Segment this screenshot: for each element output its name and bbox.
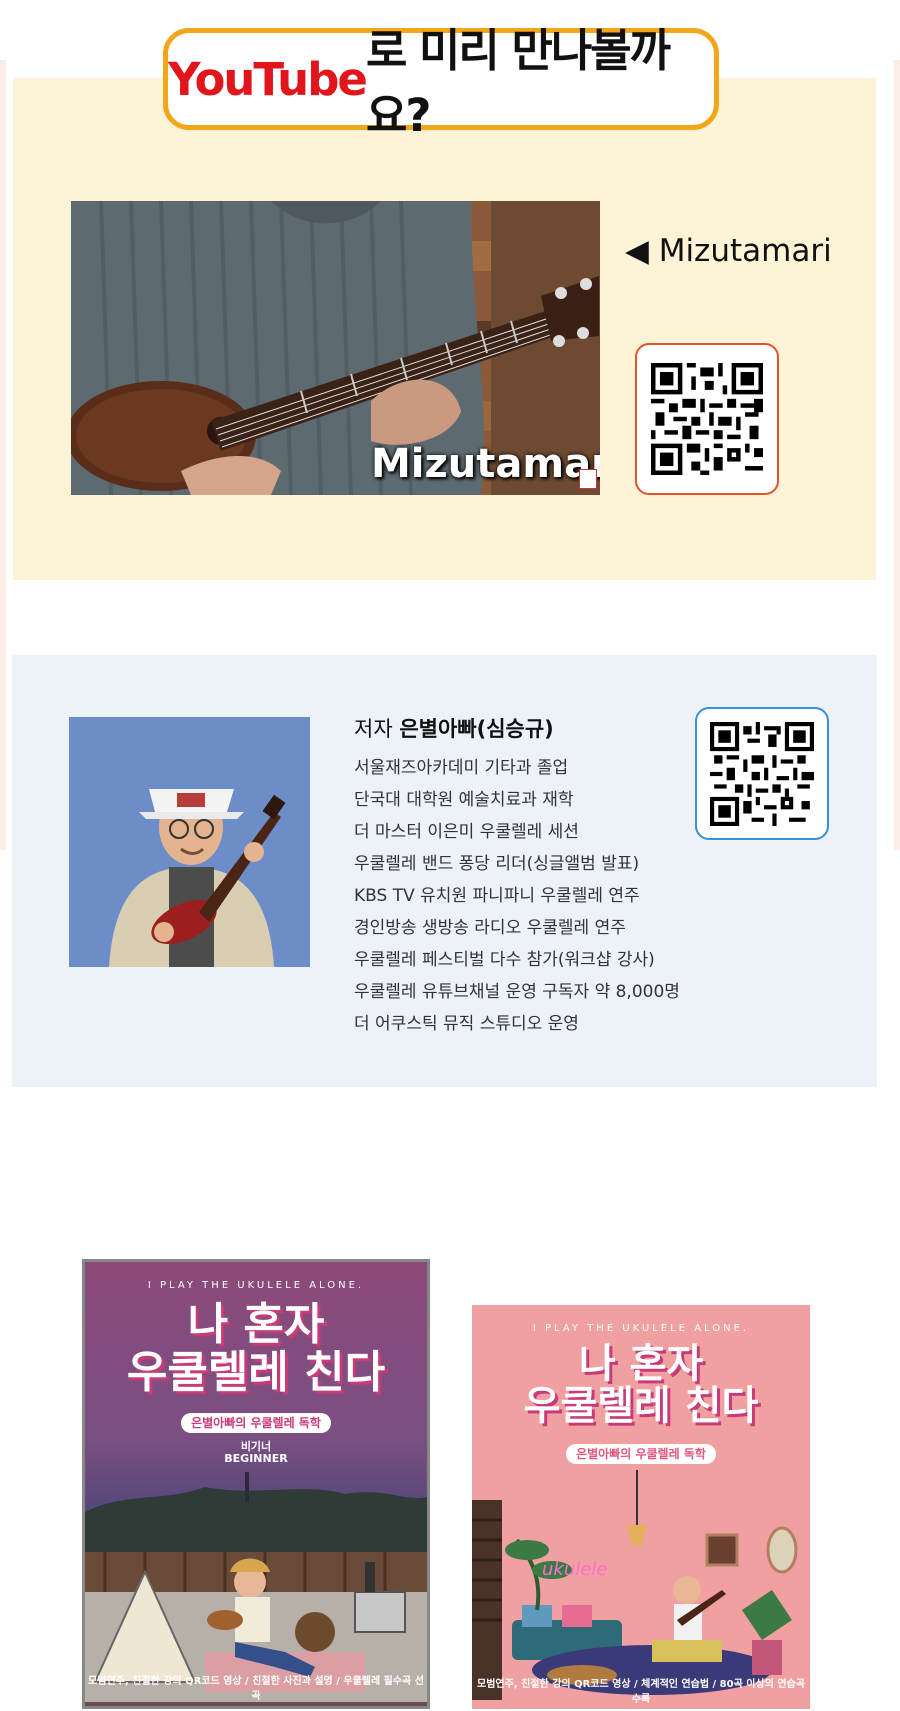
book-title-line2: 우쿨렐레 친다 [126, 1347, 386, 1398]
channel-logo-icon [579, 469, 597, 489]
book-illustration-camping [85, 1472, 427, 1702]
youtube-heading-text: 로 미리 만나볼까요? [365, 24, 671, 142]
ukulele-neon-sign: ukulele [542, 1559, 607, 1580]
book-subtitle-text: 은별아빠의 우쿨렐레 독학 [566, 1444, 716, 1464]
qr-code-icon [710, 722, 814, 826]
book-level-en: BEGINNER [224, 1452, 288, 1465]
video-thumbnail[interactable]: Mizutamari [71, 201, 600, 495]
channel-label: ◀ Mizutamari [625, 233, 832, 269]
author-name-prefix: 저자 [354, 717, 393, 741]
book-title-line1: 나 혼자 [187, 1299, 325, 1350]
left-edge-strip [0, 60, 6, 850]
author-qr-code[interactable] [695, 707, 829, 840]
author-name-text: 은별아빠(심승규) [399, 717, 554, 741]
qr-code-icon [651, 363, 763, 475]
book-tagline: I PLAY THE UKULELE ALONE. [532, 1323, 750, 1334]
bio-item: 서울재즈아카데미 기타과 졸업 [354, 758, 569, 778]
right-edge-strip [894, 60, 900, 850]
book-subtitle: 은별아빠의 우쿨렐레 독학 [472, 1444, 810, 1464]
bio-item: 우쿨렐레 밴드 퐁당 리더(싱글앨범 발표) [354, 854, 640, 874]
book-cover-beginner[interactable]: I PLAY THE UKULELE ALONE. 나 혼자 우쿨렐레 친다 은… [82, 1259, 430, 1709]
book-footer: 모범연주, 친절한 강의 QR코드 영상 / 체계적인 연습법 / 80곡 이상… [477, 1679, 805, 1705]
book-subtitle-text: 은별아빠의 우쿨렐레 독학 [181, 1413, 331, 1433]
bio-item: KBS TV 유치원 파니파니 우쿨렐레 연주 [354, 886, 640, 906]
book-footer: 모범연주, 친절한 강의 QR코드 영상 / 친절한 사진과 설명 / 우쿨렐레… [88, 1676, 424, 1702]
book-title-line2: 우쿨렐레 친다 [523, 1383, 759, 1429]
book-title-line1: 나 혼자 [578, 1341, 704, 1387]
author-bio-list: 서울재즈아카데미 기타과 졸업 단국대 대학원 예술치료과 재학 더 마스터 이… [354, 752, 680, 1040]
youtube-heading-badge: YouTube 로 미리 만나볼까요? [163, 24, 719, 142]
bio-item: 더 마스터 이은미 우쿨렐레 세션 [354, 822, 579, 842]
author-photo [69, 717, 310, 967]
book-illustration-living-room: ukulele [472, 1470, 798, 1700]
bio-item: 단국대 대학원 예술치료과 재학 [354, 790, 574, 810]
bio-item: 더 어쿠스틱 뮤직 스튜디오 운영 [354, 1014, 579, 1034]
youtube-qr-code[interactable] [635, 343, 779, 495]
author-name: 저자 은별아빠(심승규) [354, 713, 554, 743]
video-caption: Mizutamari [371, 441, 600, 487]
book-tagline: I PLAY THE UKULELE ALONE. [147, 1280, 365, 1291]
youtube-brand-text: YouTube [168, 52, 368, 106]
author-portrait-image [69, 717, 310, 967]
bio-item: 경인방송 생방송 라디오 우쿨렐레 연주 [354, 918, 626, 938]
bio-item: 우쿨렐레 유튜브채널 운영 구독자 약 8,000명 [354, 982, 680, 1002]
book-subtitle: 은별아빠의 우쿨렐레 독학 [85, 1413, 427, 1433]
book-cover-pink[interactable]: I PLAY THE UKULELE ALONE. 나 혼자 우쿨렐레 친다 은… [472, 1305, 810, 1709]
bio-item: 우쿨렐레 페스티벌 다수 참가(워크샵 강사) [354, 950, 655, 970]
